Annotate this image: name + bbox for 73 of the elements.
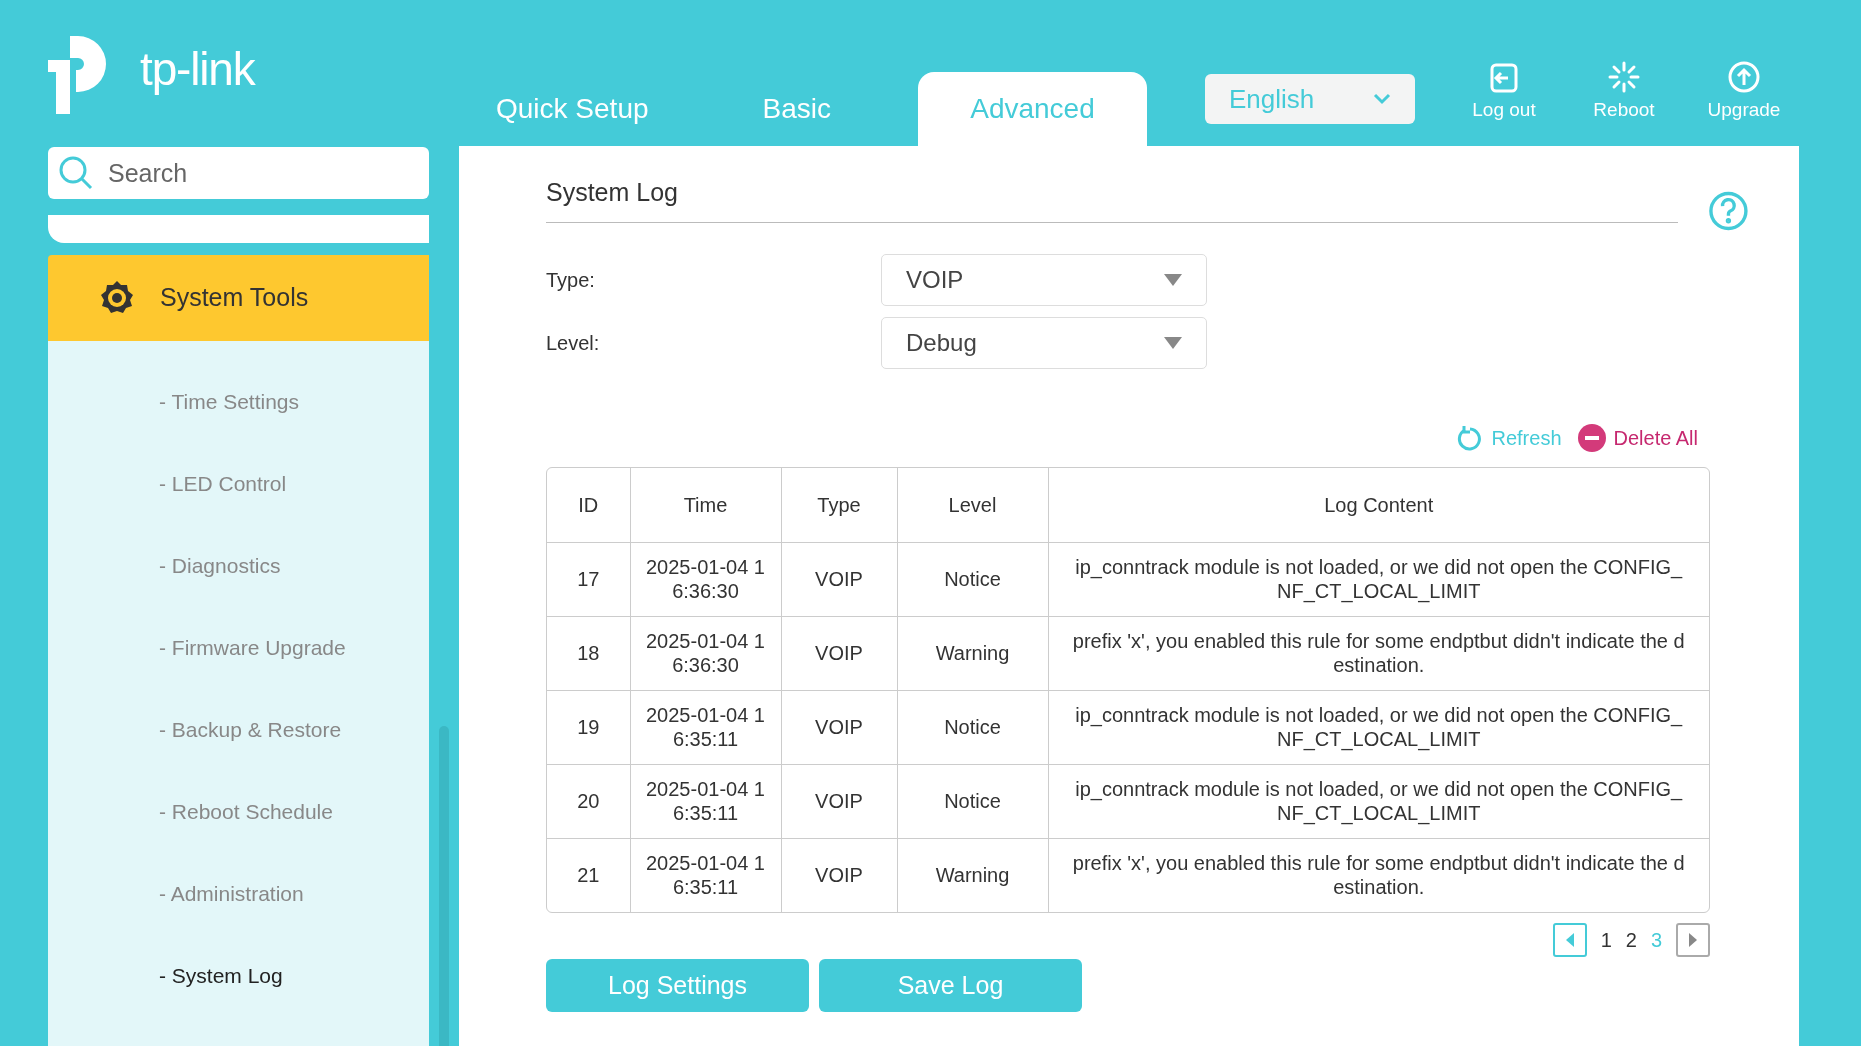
table-cell: prefix 'x', you enabled this rule for some endptbut didn't indicate the destination. bbox=[1071, 851, 1686, 900]
sidebar-item[interactable]: - Diagnostics bbox=[48, 525, 429, 607]
nav-tab[interactable]: Basic bbox=[725, 72, 868, 146]
minus-circle-icon bbox=[1577, 424, 1606, 452]
sidebar-item[interactable]: - LED Control bbox=[48, 443, 429, 525]
table-cell-text: 18 bbox=[576, 641, 601, 665]
table-cell-text: ip_conntrack module is not loaded, or we did not open the CONFIG_NF_CT_LOCAL_LIMIT bbox=[1074, 777, 1684, 825]
page-number[interactable]: 3 bbox=[1650, 925, 1662, 955]
delete-all-link[interactable]: Delete All bbox=[1613, 423, 1698, 453]
sidebar-item[interactable]: - Backup & Restore bbox=[48, 689, 429, 771]
sidebar-item[interactable]: - Time Settings bbox=[48, 361, 429, 443]
page-number[interactable]: 2 bbox=[1625, 925, 1637, 955]
table-cell-text: 21 bbox=[576, 863, 601, 888]
filter-label: Level: bbox=[546, 331, 601, 356]
table-cell-text: 19 bbox=[576, 715, 601, 739]
sidebar-item[interactable]: - System Log bbox=[48, 935, 429, 1017]
sidebar-item[interactable]: - Reboot Schedule bbox=[48, 771, 429, 853]
upgrade-button[interactable]: Upgrade bbox=[1703, 59, 1785, 124]
previous-page-button[interactable] bbox=[1552, 923, 1587, 957]
dropdown-arrow-icon bbox=[1164, 337, 1182, 349]
table-cell-text: VOIP bbox=[814, 641, 864, 665]
filter-select[interactable]: Debug bbox=[881, 317, 1207, 369]
dropdown-arrow-icon bbox=[1164, 274, 1182, 286]
refresh-link[interactable]: Refresh bbox=[1491, 423, 1562, 453]
sidebar-section[interactable]: System Tools bbox=[48, 255, 429, 341]
logout-button[interactable]: Log out bbox=[1463, 61, 1545, 124]
table-cell-text: Notice bbox=[943, 715, 1002, 739]
sidebar-item[interactable]: - Administration bbox=[48, 853, 429, 935]
nav-tab[interactable]: Quick Setup bbox=[459, 72, 686, 146]
filter-select[interactable]: VOIP bbox=[881, 254, 1207, 306]
table-cell-text: VOIP bbox=[814, 863, 864, 888]
table-cell-text: 2025-01-04 16:35:11 bbox=[645, 703, 766, 751]
action-button[interactable]: Log Settings bbox=[546, 959, 809, 1012]
table-cell-text: 2025-01-04 16:36:30 bbox=[645, 629, 766, 677]
nav-tab[interactable]: Advanced bbox=[918, 72, 1147, 146]
refresh-icon bbox=[1457, 425, 1484, 451]
table-cell-text: 2025-01-04 16:35:11 bbox=[645, 851, 766, 900]
filter-label: Type: bbox=[546, 268, 596, 293]
search-icon bbox=[58, 155, 94, 191]
column-header: ID bbox=[547, 468, 630, 542]
chevron-right-icon bbox=[1687, 933, 1699, 947]
table-cell-text: 17 bbox=[576, 567, 601, 591]
language-select[interactable]: English bbox=[1205, 74, 1415, 124]
search-field[interactable]: Search bbox=[48, 147, 429, 199]
action-button[interactable]: Save Log bbox=[819, 959, 1082, 1012]
sidebar-item[interactable]: - Firmware Upgrade bbox=[48, 607, 429, 689]
column-header: Type bbox=[781, 468, 897, 542]
table-cell-text: VOIP bbox=[814, 567, 864, 591]
spinner-icon bbox=[1607, 59, 1641, 94]
upload-icon bbox=[1727, 59, 1761, 94]
table-cell-text: 2025-01-04 16:36:30 bbox=[645, 555, 766, 603]
help-icon[interactable] bbox=[1708, 190, 1749, 232]
table-cell-text: ip_conntrack module is not loaded, or we did not open the CONFIG_NF_CT_LOCAL_LIMIT bbox=[1074, 703, 1684, 751]
table-cell-text: Warning bbox=[934, 641, 1011, 665]
table-cell-text: VOIP bbox=[814, 789, 864, 813]
table-cell: prefix 'x', you enabled this rule for some endptbut didn't indicate the destination. bbox=[1071, 629, 1686, 677]
chevron-down-icon bbox=[1373, 93, 1391, 105]
reboot-button[interactable]: Reboot bbox=[1583, 59, 1665, 124]
table-cell-text: Notice bbox=[943, 567, 1002, 591]
table-cell-text: ip_conntrack module is not loaded, or we did not open the CONFIG_NF_CT_LOCAL_LIMIT bbox=[1074, 555, 1684, 603]
next-page-button[interactable] bbox=[1676, 923, 1710, 957]
page-title: System Log bbox=[546, 178, 678, 206]
table-cell-text: Notice bbox=[943, 789, 1002, 813]
table-cell-text: 20 bbox=[576, 789, 601, 813]
column-header: Level bbox=[897, 468, 1048, 542]
logout-icon bbox=[1488, 61, 1520, 94]
table-cell-text: 2025-01-04 16:35:11 bbox=[645, 777, 766, 825]
column-header: Log Content bbox=[1048, 468, 1709, 542]
column-header: Time bbox=[630, 468, 781, 542]
table-cell-text: Warning bbox=[934, 863, 1011, 888]
page-number[interactable]: 1 bbox=[1600, 925, 1612, 955]
table-cell-text: VOIP bbox=[814, 715, 864, 739]
section-label: System Tools bbox=[160, 282, 309, 314]
